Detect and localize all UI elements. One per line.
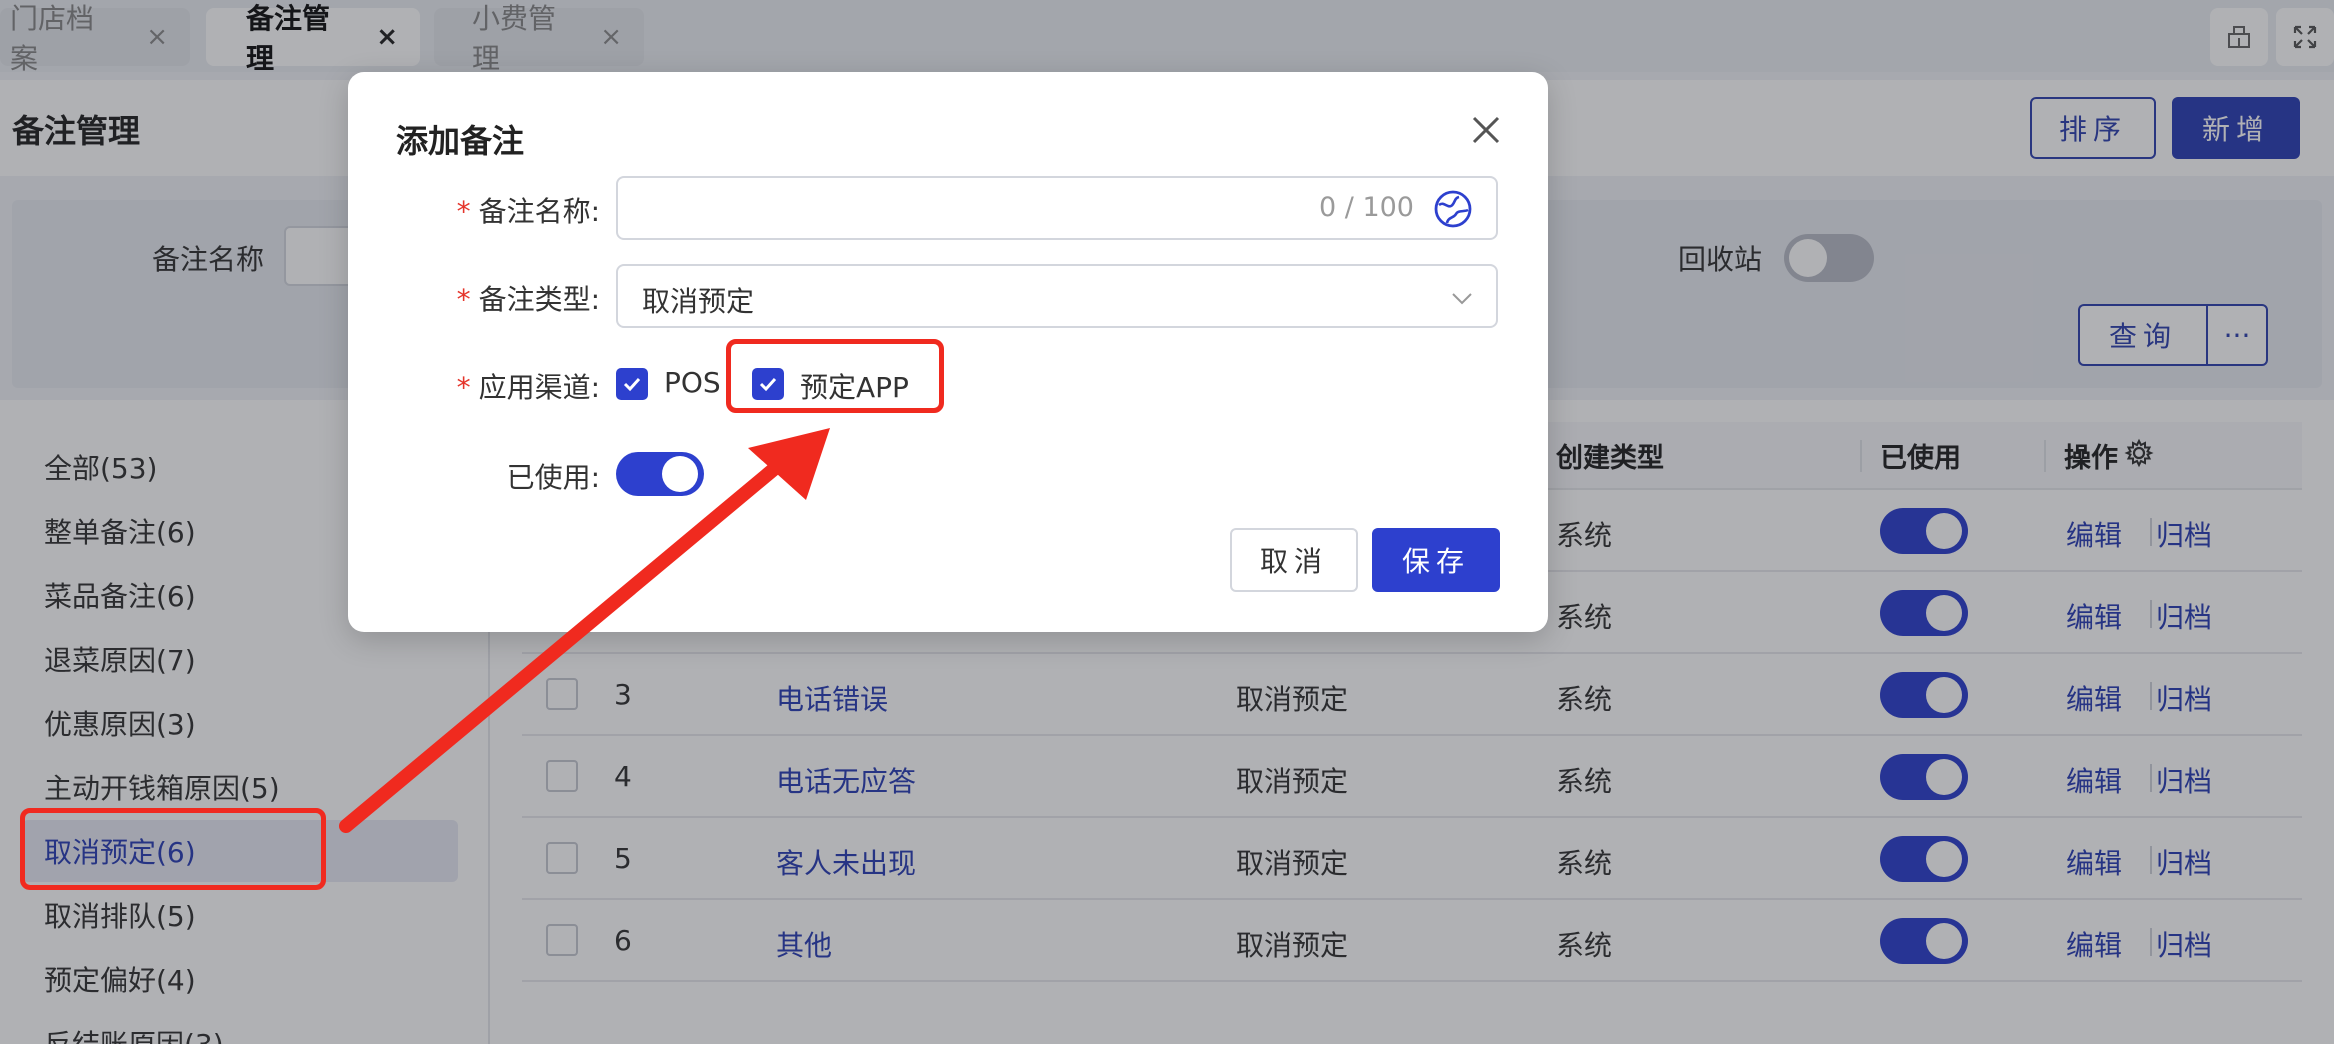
remark-name-input[interactable]: 0 / 100 (616, 176, 1498, 240)
remark-name-label: * 备注名称: (457, 190, 600, 230)
required-mark: * (456, 195, 471, 228)
in-use-switch[interactable] (616, 452, 704, 496)
label-text: 备注名称: (478, 195, 600, 228)
cancel-button[interactable]: 取消 (1230, 528, 1358, 592)
chevron-down-icon (1452, 293, 1472, 305)
required-mark: * (456, 371, 471, 404)
check-icon (623, 377, 641, 392)
close-icon[interactable] (1466, 110, 1506, 150)
pos-label[interactable]: POS (664, 366, 721, 399)
remark-type-select[interactable]: 取消预定 (616, 264, 1498, 328)
add-remark-dialog: 添加备注 * 备注名称: 0 / 100 * 备注类型: 取消预定 * 应用渠道: P… (348, 72, 1548, 632)
char-counter: 0 / 100 (1319, 192, 1414, 223)
label-text: 应用渠道: (478, 371, 600, 404)
annotation-highlight-category (20, 808, 326, 890)
label-text: 备注类型: (478, 283, 600, 316)
remark-type-value: 取消预定 (642, 285, 755, 318)
dialog-title: 添加备注 (396, 122, 525, 160)
channel-label: * 应用渠道: (457, 366, 600, 406)
required-mark: * (456, 283, 471, 316)
in-use-label: 已使用: (506, 461, 600, 494)
annotation-highlight-app (726, 339, 944, 413)
pos-checkbox[interactable] (616, 368, 648, 400)
switch-knob (662, 456, 698, 492)
save-button[interactable]: 保存 (1372, 528, 1500, 592)
remark-type-label: * 备注类型: (457, 278, 600, 318)
globe-icon[interactable] (1432, 188, 1474, 230)
